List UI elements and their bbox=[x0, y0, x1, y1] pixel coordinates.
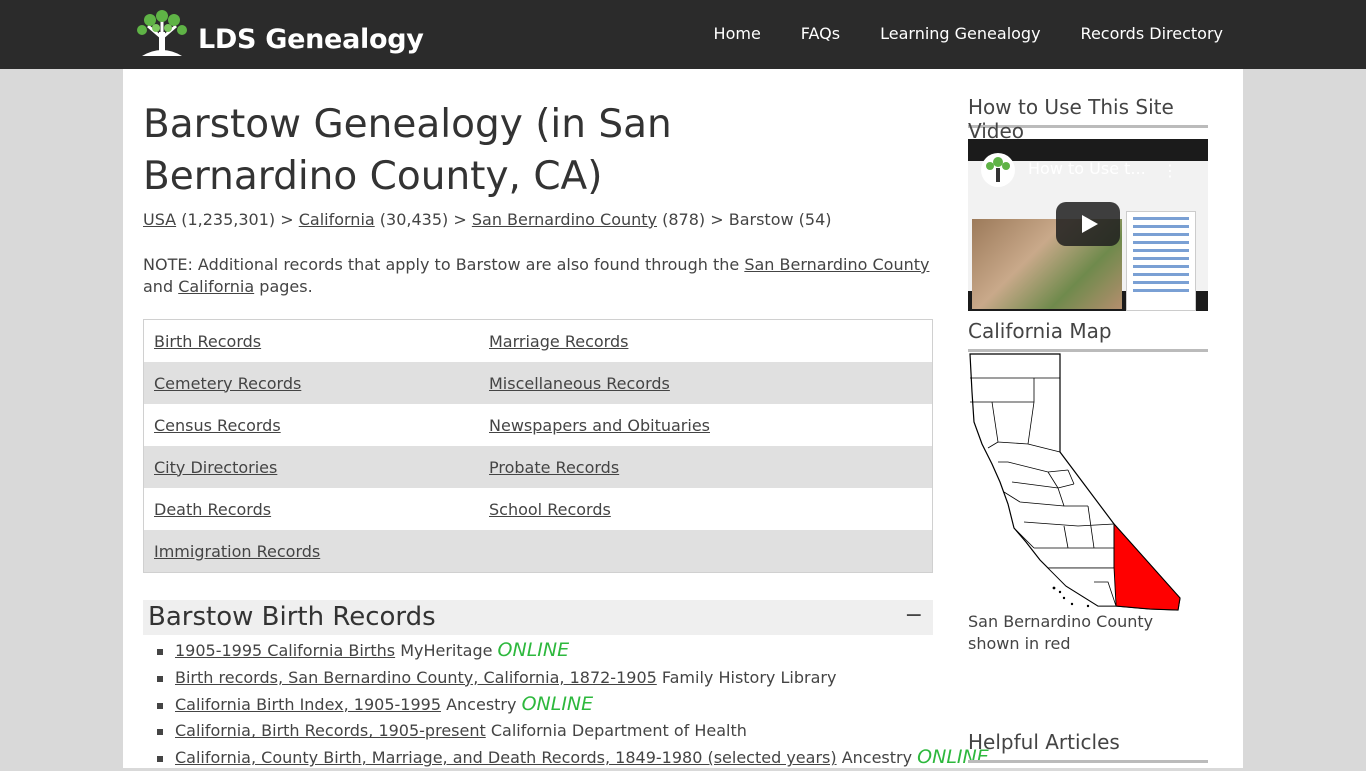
category-row: Census Records Newspapers and Obituaries bbox=[144, 404, 932, 446]
nav-learning-genealogy[interactable]: Learning Genealogy bbox=[880, 24, 1040, 43]
record-categories-table: Birth Records Marriage Records Cemetery … bbox=[143, 319, 933, 573]
birth-records-section-header[interactable]: Barstow Birth Records − bbox=[143, 600, 933, 635]
birth-records-list: 1905-1995 California Births MyHeritage O… bbox=[155, 637, 989, 771]
record-link[interactable]: California, County Birth, Marriage, and … bbox=[175, 748, 837, 767]
breadcrumb-sep: > bbox=[280, 210, 294, 229]
record-link[interactable]: California, Birth Records, 1905-present bbox=[175, 721, 486, 740]
map-heading: California Map bbox=[968, 319, 1208, 352]
breadcrumb-sep: > bbox=[710, 210, 724, 229]
page-preview bbox=[1126, 211, 1196, 311]
site-name: LDS Genealogy bbox=[198, 23, 424, 55]
play-icon[interactable] bbox=[1056, 202, 1120, 246]
note-county-link[interactable]: San Bernardino County bbox=[744, 255, 929, 274]
breadcrumb: USA (1,235,301) > California (30,435) > … bbox=[143, 210, 832, 229]
california-county-map[interactable] bbox=[968, 352, 1208, 612]
category-link[interactable]: Immigration Records bbox=[154, 542, 320, 561]
category-row: Immigration Records bbox=[144, 530, 932, 572]
category-link[interactable]: Miscellaneous Records bbox=[489, 374, 670, 393]
note-state-link[interactable]: California bbox=[178, 277, 254, 296]
more-options-icon[interactable]: ⋮ bbox=[1162, 161, 1178, 180]
nav-home[interactable]: Home bbox=[714, 24, 761, 43]
category-link[interactable]: City Directories bbox=[154, 458, 277, 477]
page-title: Barstow Genealogy (in San Bernardino Cou… bbox=[143, 102, 672, 199]
record-source: California Department of Health bbox=[490, 721, 747, 741]
tree-logo-icon bbox=[137, 10, 187, 56]
list-item: California Birth Index, 1905-1995 Ancest… bbox=[155, 691, 945, 718]
content-frame: Barstow Genealogy (in San Bernardino Cou… bbox=[123, 69, 1243, 768]
category-row: Birth Records Marriage Records bbox=[144, 320, 932, 362]
main-nav: Home FAQs Learning Genealogy Records Dir… bbox=[674, 24, 1223, 43]
note-suffix: pages. bbox=[259, 277, 313, 296]
list-item: 1905-1995 California Births MyHeritage O… bbox=[155, 637, 945, 664]
online-badge: ONLINE bbox=[521, 692, 594, 715]
online-badge: ONLINE bbox=[497, 639, 570, 661]
record-source: Family History Library bbox=[661, 667, 837, 687]
note-middle: and bbox=[143, 277, 174, 296]
breadcrumb-county[interactable]: San Bernardino County bbox=[472, 210, 657, 229]
record-link[interactable]: Birth records, San Bernardino County, Ca… bbox=[175, 668, 657, 687]
category-link[interactable]: Probate Records bbox=[489, 458, 619, 477]
site-header: LDS Genealogy Home FAQs Learning Genealo… bbox=[0, 0, 1366, 69]
record-source: Ancestry bbox=[446, 694, 517, 714]
video-heading: How to Use This Site Video bbox=[968, 95, 1208, 143]
category-link[interactable]: Newspapers and Obituaries bbox=[489, 416, 710, 435]
category-row: City Directories Probate Records bbox=[144, 446, 932, 488]
record-link[interactable]: California Birth Index, 1905-1995 bbox=[175, 695, 441, 714]
breadcrumb-county-count: (878) bbox=[662, 210, 706, 229]
video-player[interactable]: How to Use t... ⋮ bbox=[968, 139, 1208, 311]
nav-faqs[interactable]: FAQs bbox=[801, 24, 840, 43]
category-row: Death Records School Records bbox=[144, 488, 932, 530]
record-link[interactable]: 1905-1995 California Births bbox=[175, 641, 395, 660]
breadcrumb-current: Barstow (54) bbox=[728, 210, 832, 229]
breadcrumb-california[interactable]: California bbox=[299, 210, 375, 229]
category-link[interactable]: Cemetery Records bbox=[154, 374, 301, 393]
breadcrumb-sep: > bbox=[453, 210, 467, 229]
map-caption: San Bernardino County shown in red bbox=[968, 612, 1154, 653]
channel-logo-icon bbox=[981, 153, 1015, 187]
breadcrumb-usa-count: (1,235,301) bbox=[181, 210, 276, 229]
record-source: Ancestry bbox=[841, 748, 913, 768]
list-item: California, Birth Records, 1905-present … bbox=[155, 717, 945, 744]
breadcrumb-california-count: (30,435) bbox=[379, 210, 449, 229]
video-title: How to Use t... bbox=[1028, 159, 1146, 178]
category-link[interactable]: School Records bbox=[489, 500, 611, 519]
category-link[interactable]: Birth Records bbox=[154, 332, 261, 351]
collapse-icon[interactable]: − bbox=[905, 603, 923, 628]
nav-records-directory[interactable]: Records Directory bbox=[1081, 24, 1223, 43]
breadcrumb-usa[interactable]: USA bbox=[143, 210, 176, 229]
category-link[interactable]: Marriage Records bbox=[489, 332, 628, 351]
site-logo[interactable]: LDS Genealogy bbox=[132, 8, 424, 60]
list-item: California, County Birth, Marriage, and … bbox=[155, 744, 989, 771]
list-item: Birth records, San Bernardino County, Ca… bbox=[155, 664, 945, 691]
note-prefix: NOTE: Additional records that apply to B… bbox=[143, 255, 740, 274]
helpful-articles-heading: Helpful Articles bbox=[968, 730, 1208, 763]
category-link[interactable]: Death Records bbox=[154, 500, 271, 519]
record-source: MyHeritage bbox=[400, 641, 493, 660]
category-row: Cemetery Records Miscellaneous Records bbox=[144, 362, 932, 404]
category-link[interactable]: Census Records bbox=[154, 416, 281, 435]
records-note: NOTE: Additional records that apply to B… bbox=[143, 254, 933, 298]
section-title: Barstow Birth Records bbox=[148, 602, 436, 632]
